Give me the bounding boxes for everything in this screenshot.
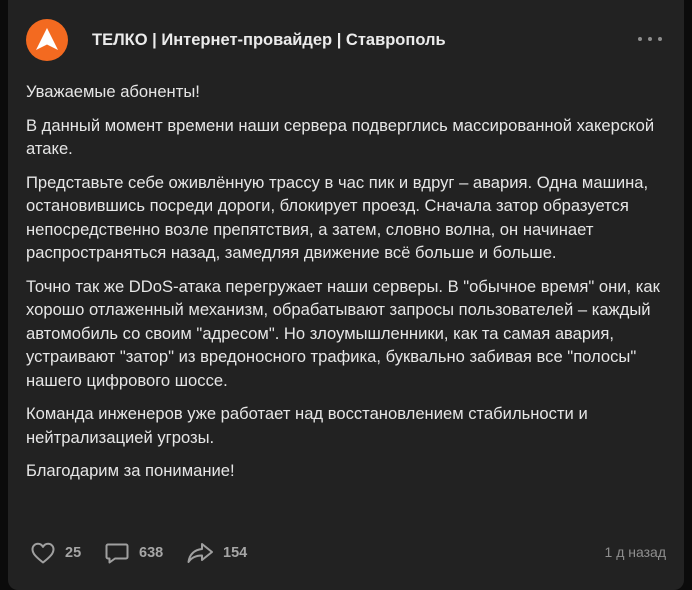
channel-name[interactable]: ТЕЛКО | Интернет-провайдер | Ставрополь xyxy=(92,31,446,50)
post-timestamp: 1 д назад xyxy=(604,544,666,560)
post-body: Уважаемые абоненты! В данный момент врем… xyxy=(26,80,671,493)
share-button[interactable]: 154 xyxy=(186,540,247,566)
more-dot xyxy=(638,37,642,41)
like-count: 25 xyxy=(65,545,82,561)
page: ТЕЛКО | Интернет-провайдер | Ставрополь … xyxy=(0,0,692,590)
comment-button[interactable]: 638 xyxy=(104,540,163,566)
post-paragraph-engineers: Команда инженеров уже работает над восст… xyxy=(26,404,588,447)
more-dot xyxy=(658,37,662,41)
comment-icon xyxy=(104,541,130,565)
post-paragraph-thanks: Благодарим за понимание! xyxy=(26,461,235,480)
post-footer: 25 638 154 1 д назад xyxy=(30,540,666,566)
more-options-button[interactable] xyxy=(638,30,662,48)
heart-icon xyxy=(30,541,56,565)
telko-logo-icon xyxy=(36,28,58,50)
share-count: 154 xyxy=(223,545,248,561)
like-button[interactable]: 25 xyxy=(30,540,81,566)
comment-count: 638 xyxy=(139,545,164,561)
post-paragraph-analogy: Представьте себе оживлённую трассу в час… xyxy=(26,172,649,263)
post-paragraph-ddos: Точно так же DDoS-атака перегружает наши… xyxy=(26,276,660,390)
post-paragraph-greeting: Уважаемые абоненты! xyxy=(26,82,200,101)
more-dot xyxy=(648,37,652,41)
post-paragraph-attack: В данный момент времени наши сервера под… xyxy=(26,115,655,159)
post-header: ТЕЛКО | Интернет-провайдер | Ставрополь xyxy=(26,18,666,62)
post-card: ТЕЛКО | Интернет-провайдер | Ставрополь … xyxy=(8,0,684,590)
avatar[interactable] xyxy=(26,19,68,61)
share-icon xyxy=(186,541,214,565)
